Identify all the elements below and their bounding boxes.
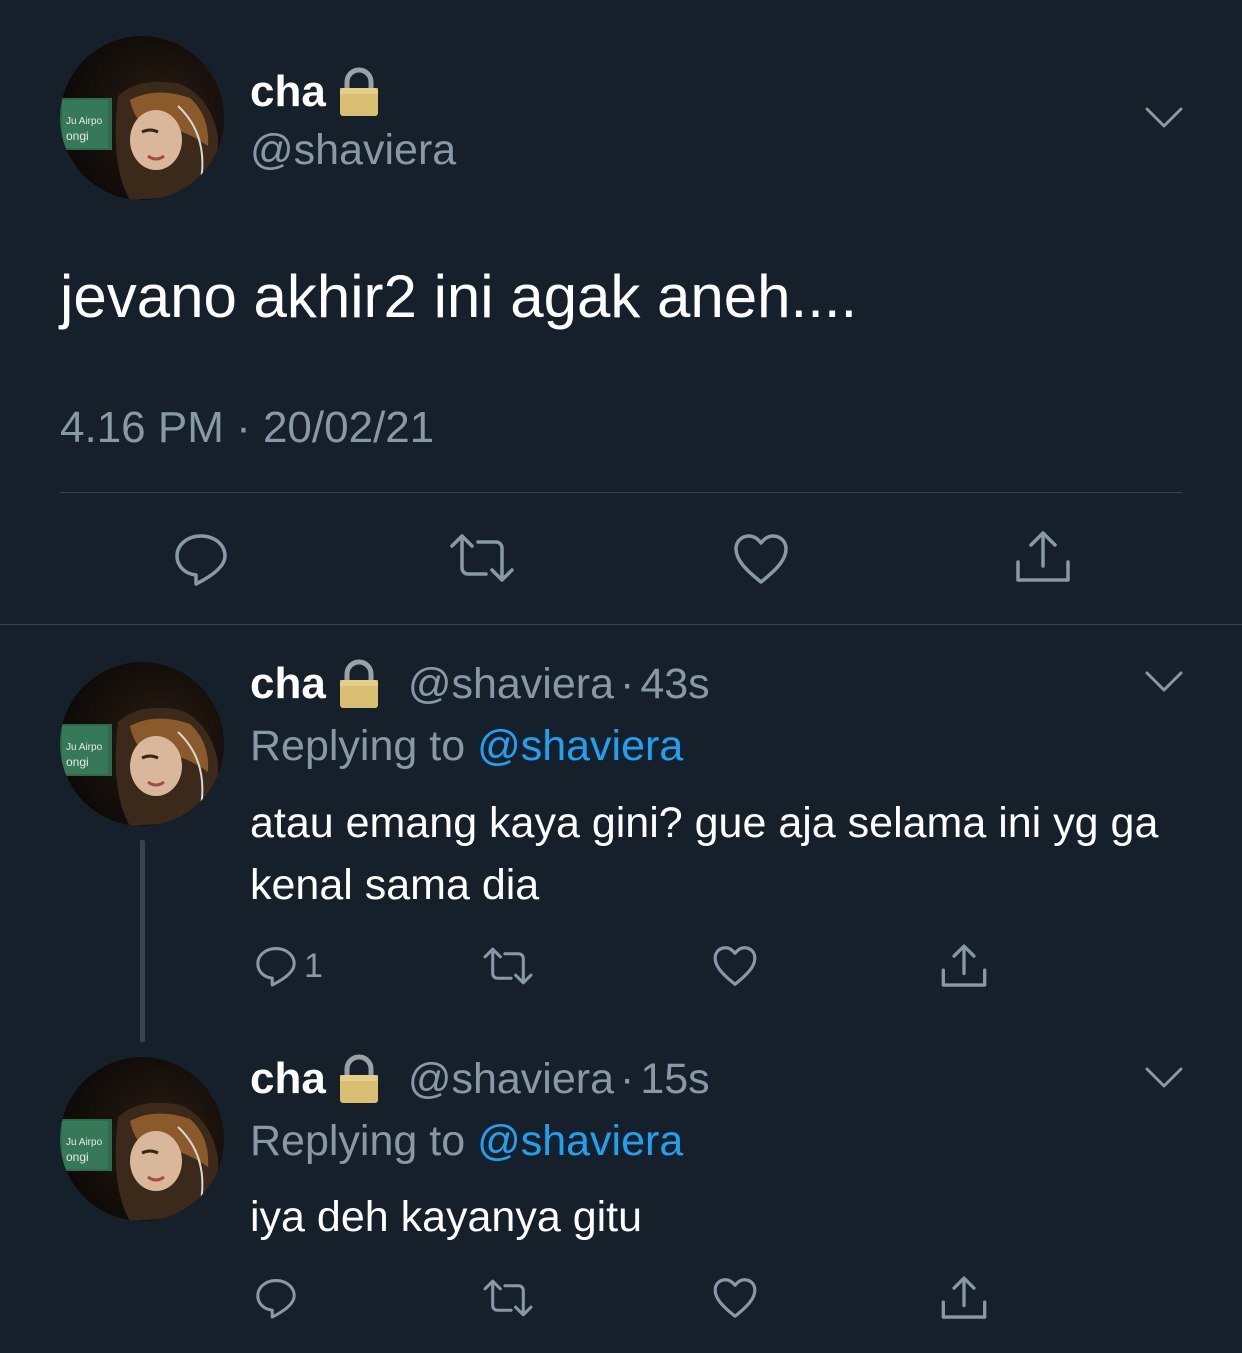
- svg-text:ongi: ongi: [66, 755, 89, 769]
- retweet-icon: [483, 1279, 533, 1317]
- display-name[interactable]: cha: [250, 1053, 326, 1105]
- display-name-text[interactable]: cha: [250, 66, 326, 118]
- retweet-icon: [483, 947, 533, 985]
- divider: [60, 492, 1182, 493]
- avatar-photo: Ju Airpo ongi: [60, 707, 219, 826]
- like-icon: [713, 1278, 757, 1318]
- tweet-text: iya deh kayanya gitu: [250, 1193, 643, 1241]
- display-name[interactable]: cha: [250, 658, 326, 710]
- share-icon: [1016, 531, 1070, 582]
- tweet-age[interactable]: 43s: [640, 658, 709, 710]
- handle[interactable]: @shaviera: [408, 658, 614, 710]
- lock-icon: [336, 1053, 382, 1105]
- retweet-icon: [450, 534, 514, 582]
- like-icon: [734, 534, 788, 584]
- reply-header: cha @shaviera · 15s: [250, 1053, 710, 1105]
- reply-button[interactable]: 1: [254, 944, 323, 988]
- tweet-age[interactable]: 15s: [640, 1053, 709, 1105]
- retweet-button[interactable]: [482, 1278, 534, 1318]
- share-icon: [941, 1276, 987, 1319]
- share-button[interactable]: [940, 942, 988, 990]
- share-icon: [941, 944, 987, 987]
- tweet-text: jevano akhir2 ini agak aneh....: [60, 263, 858, 330]
- lock-icon: [336, 658, 382, 710]
- replying-to: Replying to @shaviera: [250, 720, 683, 772]
- avatar-photo: Ju Airpo ongi: [60, 81, 219, 200]
- svg-text:Ju Airpo: Ju Airpo: [66, 116, 103, 127]
- retweet-button[interactable]: [482, 946, 534, 986]
- reply-icon: [175, 534, 227, 586]
- share-button[interactable]: [940, 1274, 988, 1322]
- thread-connector: [140, 840, 145, 1042]
- divider: [0, 624, 1242, 625]
- reply-header: cha @shaviera · 43s: [250, 658, 710, 710]
- reply-button[interactable]: [172, 530, 230, 588]
- reply-icon: [256, 947, 296, 987]
- svg-text:ongi: ongi: [66, 129, 89, 143]
- handle[interactable]: @shaviera: [408, 1053, 614, 1105]
- avatar[interactable]: Ju Airpo ongi: [60, 662, 224, 826]
- reply-count: 1: [304, 947, 323, 985]
- avatar-photo: Ju Airpo ongi: [60, 1102, 219, 1221]
- tweet-thread-screen: Ju Airpo ongi cha @shaviera jevano akhir…: [0, 0, 1242, 1353]
- display-name[interactable]: cha: [250, 66, 382, 118]
- handle[interactable]: @shaviera: [250, 124, 456, 176]
- separator: ·: [620, 1055, 635, 1103]
- svg-text:Ju Airpo: Ju Airpo: [66, 742, 103, 753]
- reply-button[interactable]: [254, 1276, 298, 1320]
- svg-text:ongi: ongi: [66, 1150, 89, 1164]
- chevron-down-icon[interactable]: [1144, 106, 1184, 130]
- replying-to-label: Replying to: [250, 1117, 478, 1165]
- mention-link[interactable]: @shaviera: [477, 722, 683, 770]
- share-button[interactable]: [1014, 528, 1072, 586]
- lock-icon: [336, 66, 382, 118]
- tweet-text: atau emang kaya gini? gue aja selama ini…: [250, 799, 1159, 909]
- like-button[interactable]: [732, 532, 790, 586]
- replying-to-label: Replying to: [250, 722, 478, 770]
- avatar[interactable]: Ju Airpo ongi: [60, 36, 224, 200]
- separator: ·: [620, 660, 635, 708]
- mention-link[interactable]: @shaviera: [477, 1117, 683, 1165]
- like-icon: [713, 946, 757, 986]
- svg-text:Ju Airpo: Ju Airpo: [66, 1137, 103, 1148]
- replying-to: Replying to @shaviera: [250, 1115, 683, 1167]
- tweet-timestamp[interactable]: 4.16 PM · 20/02/21: [60, 402, 434, 454]
- retweet-button[interactable]: [448, 532, 516, 584]
- like-button[interactable]: [712, 1276, 758, 1320]
- like-button[interactable]: [712, 944, 758, 988]
- chevron-down-icon[interactable]: [1144, 670, 1184, 694]
- chevron-down-icon[interactable]: [1144, 1066, 1184, 1090]
- reply-icon: [256, 1279, 296, 1319]
- avatar[interactable]: Ju Airpo ongi: [60, 1057, 224, 1221]
